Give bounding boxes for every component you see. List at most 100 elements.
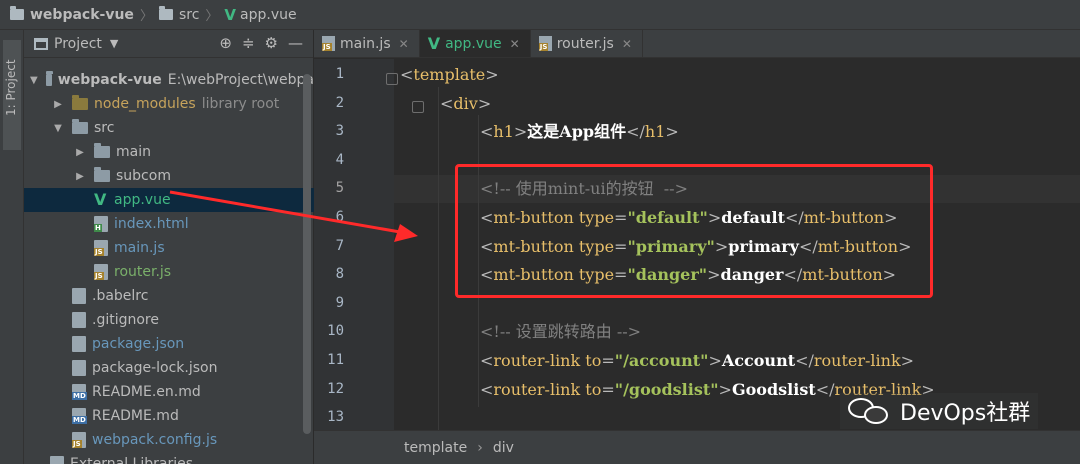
line-number: 3: [335, 123, 344, 140]
project-tool-label: 1: Project: [4, 59, 18, 116]
tree-item[interactable]: JS router.js: [24, 260, 314, 284]
library-icon: [50, 456, 64, 464]
tree-item-label: webpack-vue: [57, 72, 162, 88]
tree-item-label: package.json: [92, 336, 185, 352]
editor-tabs: JS main.js ✕ Vapp.vue ✕ JS router.js ✕: [314, 30, 1080, 58]
line-number: 2: [335, 94, 344, 111]
gear-icon[interactable]: ⚙: [265, 34, 278, 52]
vue-file-icon: V: [427, 34, 441, 53]
js-file-icon: JS: [94, 240, 108, 256]
code-line[interactable]: <div>: [394, 90, 1080, 118]
editor-breadcrumb: template › div: [314, 430, 1080, 464]
folder-icon: [158, 6, 173, 20]
tree-item[interactable]: MD README.md: [24, 404, 314, 428]
vue-file-icon: V: [94, 190, 107, 209]
highlight-box: [455, 164, 933, 298]
tree-item[interactable]: package-lock.json: [24, 356, 314, 380]
collapsed-arrow-icon[interactable]: ▶: [52, 99, 64, 110]
expanded-arrow-icon[interactable]: ▼: [52, 123, 64, 134]
tree-item-label: .gitignore: [92, 312, 159, 328]
indent-guide: [438, 87, 439, 435]
code-line[interactable]: <!-- 设置跳转路由 -->: [394, 318, 1080, 346]
tree-item[interactable]: Vapp.vue: [24, 188, 314, 212]
locate-icon[interactable]: ⊕: [219, 34, 232, 52]
collapsed-arrow-icon[interactable]: ▶: [74, 147, 86, 158]
tree-item-label: README.en.md: [92, 384, 201, 400]
folder-icon: [94, 167, 110, 182]
vue-file-icon: V: [224, 5, 237, 24]
breadcrumb-project[interactable]: webpack-vue: [10, 6, 134, 23]
folder-icon: [10, 6, 24, 20]
tree-item-path: library root: [201, 96, 280, 112]
breadcrumb-template[interactable]: template: [404, 440, 467, 456]
breadcrumb-separator: ›: [477, 439, 483, 456]
tree-item[interactable]: .gitignore: [24, 308, 314, 332]
minimize-icon[interactable]: —: [288, 34, 303, 52]
code-line[interactable]: <router-link to="/account">Account</rout…: [394, 347, 1080, 375]
tree-item[interactable]: .babelrc: [24, 284, 314, 308]
js-file-icon: JS: [322, 36, 335, 51]
project-view-selector[interactable]: Project: [54, 36, 102, 52]
project-scrollbar[interactable]: [303, 74, 311, 434]
tree-item-label: main.js: [114, 240, 165, 256]
tree-item[interactable]: ▶ main: [24, 140, 314, 164]
line-number: 10: [327, 323, 344, 340]
tab-label: app.vue: [445, 35, 502, 52]
config-file-icon: [72, 288, 86, 304]
tree-item-label: package-lock.json: [92, 360, 218, 376]
tab-label: router.js: [556, 35, 614, 52]
tab-app-vue[interactable]: Vapp.vue ✕: [419, 30, 531, 57]
tree-item-label: webpack.config.js: [92, 432, 218, 448]
breadcrumb-folder[interactable]: src: [158, 6, 199, 23]
tab-main-js[interactable]: JS main.js ✕: [314, 30, 420, 57]
tree-item[interactable]: ▼ webpack-vue E:\webProject\webpa: [24, 68, 314, 92]
line-number: 9: [335, 294, 344, 311]
tree-item[interactable]: ▶ node_modules library root: [24, 92, 314, 116]
tree-item[interactable]: ▶ subcom: [24, 164, 314, 188]
line-number: 13: [327, 409, 344, 426]
watermark: DevOps社群: [840, 393, 1039, 429]
tool-window-strip: 1: Project: [0, 30, 24, 464]
js-file-icon: JS: [538, 36, 552, 51]
tree-item[interactable]: JS main.js: [24, 236, 314, 260]
project-panel-header: Project ▼ ⊕ ≑ ⚙ —: [24, 30, 313, 58]
line-number: 12: [327, 380, 344, 397]
code-line[interactable]: <template>: [394, 61, 1080, 89]
folder-icon: [72, 95, 88, 110]
folder-icon: [72, 119, 88, 134]
markdown-file-icon: MD: [72, 384, 87, 400]
markdown-file-icon: MD: [72, 408, 87, 424]
close-icon[interactable]: ✕: [399, 37, 409, 51]
tree-item[interactable]: JS webpack.config.js: [24, 428, 314, 452]
tab-label: main.js: [340, 35, 391, 52]
line-number: 4: [335, 151, 344, 168]
line-number: 8: [335, 266, 344, 283]
close-icon[interactable]: ✕: [622, 37, 632, 51]
tree-item[interactable]: Hindex.html: [24, 212, 314, 236]
collapse-all-icon[interactable]: ≑: [242, 34, 255, 52]
code-line[interactable]: <h1>这是App组件</h1>: [394, 118, 1080, 146]
js-file-icon: JS: [94, 264, 108, 280]
line-number: 1: [335, 66, 344, 82]
tab-router-js[interactable]: JS router.js ✕: [531, 30, 643, 57]
collapsed-arrow-icon[interactable]: ▶: [74, 171, 86, 182]
breadcrumb-separator: 〉: [205, 9, 219, 24]
tree-item[interactable]: ▼ src: [24, 116, 314, 140]
expanded-arrow-icon[interactable]: ▼: [30, 75, 38, 86]
tree-item-label: node_modules: [94, 96, 196, 112]
close-icon[interactable]: ✕: [510, 37, 520, 51]
tree-item[interactable]: External Libraries: [24, 452, 314, 464]
breadcrumb-div[interactable]: div: [493, 440, 514, 456]
tree-item-path: E:\webProject\webpa: [167, 72, 314, 88]
breadcrumb-file[interactable]: V app.vue: [224, 6, 296, 24]
tree-item[interactable]: package.json: [24, 332, 314, 356]
tree-item-label: app.vue: [114, 192, 171, 208]
chevron-down-icon[interactable]: ▼: [110, 37, 118, 50]
line-number: 11: [327, 352, 344, 368]
html-file-icon: H: [94, 216, 108, 232]
tree-item-label: src: [94, 120, 115, 136]
tree-item-label: .babelrc: [92, 288, 149, 304]
tree-item[interactable]: MD README.en.md: [24, 380, 314, 404]
tree-item-label: README.md: [92, 408, 179, 424]
json-file-icon: [72, 360, 86, 376]
